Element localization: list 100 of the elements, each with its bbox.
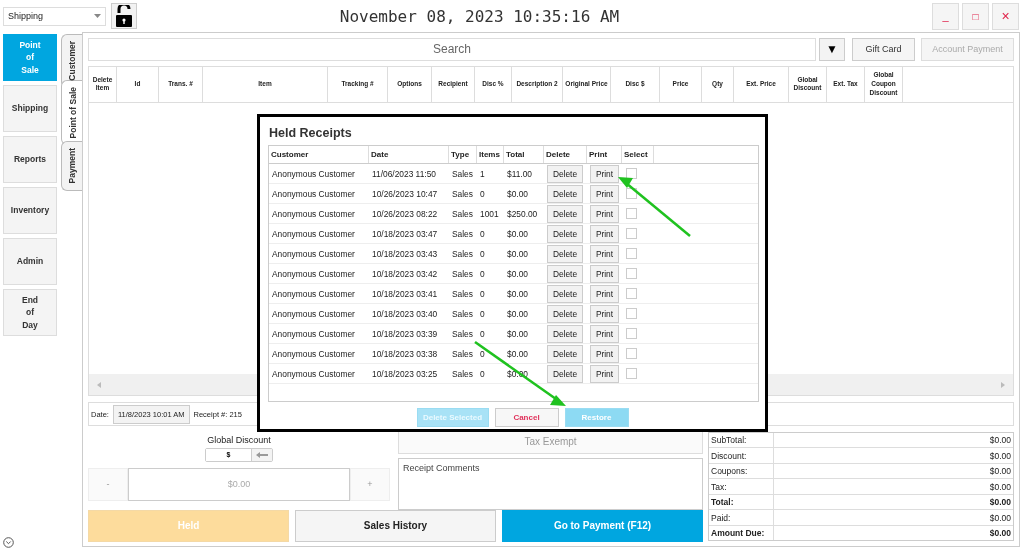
column-header: Date bbox=[369, 146, 449, 163]
print-button[interactable]: Print bbox=[590, 204, 619, 223]
total-value: $0.00 bbox=[988, 497, 1012, 508]
delete-button[interactable]: Delete bbox=[547, 204, 583, 223]
column-header: Items bbox=[477, 146, 504, 163]
lock-button[interactable] bbox=[111, 3, 137, 29]
search-field[interactable]: Search bbox=[88, 38, 816, 61]
customer-cell-text: Anonymous Customer bbox=[271, 367, 356, 381]
total-cell-text: $0.00 bbox=[506, 227, 529, 241]
print-button[interactable]: Print bbox=[590, 324, 619, 343]
print-button[interactable]: Print bbox=[590, 304, 619, 323]
total-cell-text: $0.00 bbox=[506, 307, 529, 321]
total-value: $0.00 bbox=[988, 512, 1012, 523]
items-cell-text: 0 bbox=[479, 367, 486, 381]
delete-button[interactable]: Delete bbox=[547, 264, 583, 283]
mode-dropdown[interactable]: Shipping bbox=[3, 6, 106, 26]
print-button[interactable]: Print bbox=[590, 164, 619, 183]
print-button[interactable]: Print bbox=[590, 284, 619, 303]
customer-cell-text: Anonymous Customer bbox=[271, 287, 356, 301]
side-tab[interactable]: Payment bbox=[61, 141, 82, 191]
select-checkbox[interactable] bbox=[626, 188, 637, 199]
delete-button[interactable]: Delete bbox=[547, 344, 583, 363]
customer-cell-text: Anonymous Customer bbox=[271, 307, 356, 321]
select-checkbox[interactable] bbox=[626, 368, 637, 379]
minimize-button[interactable]: _ bbox=[932, 2, 959, 30]
cancel-button[interactable]: Cancel bbox=[494, 408, 559, 427]
date-cell-text: 10/18/2023 03:41 bbox=[371, 287, 439, 301]
print-button[interactable]: Print bbox=[590, 244, 619, 263]
total-label: Amount Due: bbox=[709, 526, 774, 541]
type-cell-text: Sales bbox=[451, 267, 474, 281]
search-dropdown-button[interactable]: ▼ bbox=[819, 38, 845, 61]
left-arrow-icon bbox=[256, 452, 268, 458]
items-cell-text: 0 bbox=[479, 307, 486, 321]
total-label: Total: bbox=[709, 495, 774, 510]
date-cell-text: 10/18/2023 03:47 bbox=[371, 227, 439, 241]
gift-card-button[interactable]: Gift Card bbox=[852, 38, 915, 61]
type-cell-text: Sales bbox=[451, 227, 474, 241]
select-checkbox[interactable] bbox=[626, 308, 637, 319]
delete-button[interactable]: Delete bbox=[547, 164, 583, 183]
caret-icon bbox=[94, 14, 101, 18]
date-cell-text: 10/26/2023 08:22 bbox=[371, 207, 439, 221]
scroll-left-icon bbox=[97, 381, 101, 388]
nav-button[interactable]: Admin bbox=[3, 238, 57, 285]
print-button[interactable]: Print bbox=[590, 344, 619, 363]
type-cell-text: Sales bbox=[451, 207, 474, 221]
total-cell-text: $0.00 bbox=[506, 267, 529, 281]
customer-cell-text: Anonymous Customer bbox=[271, 227, 356, 241]
dialog-title: Held Receipts bbox=[269, 126, 353, 140]
total-cell-text: $0.00 bbox=[506, 287, 529, 301]
delete-button[interactable]: Delete bbox=[547, 324, 583, 343]
select-checkbox[interactable] bbox=[626, 348, 637, 359]
chevron-circle-icon[interactable] bbox=[3, 537, 14, 548]
sales-history-button[interactable]: Sales History bbox=[295, 510, 496, 542]
total-value: $0.00 bbox=[988, 466, 1012, 477]
select-checkbox[interactable] bbox=[626, 268, 637, 279]
receipt-comments-field[interactable]: Receipt Comments bbox=[398, 458, 703, 510]
print-button[interactable]: Print bbox=[590, 184, 619, 203]
delete-button[interactable]: Delete bbox=[547, 364, 583, 383]
total-cell-text: $0.00 bbox=[506, 327, 529, 341]
select-checkbox[interactable] bbox=[626, 208, 637, 219]
nav-button[interactable]: Shipping bbox=[3, 85, 57, 132]
delete-button[interactable]: Delete bbox=[547, 284, 583, 303]
maximize-button[interactable]: □ bbox=[962, 2, 989, 30]
print-button[interactable]: Print bbox=[590, 224, 619, 243]
customer-cell-text: Anonymous Customer bbox=[271, 327, 356, 341]
print-button[interactable]: Print bbox=[590, 264, 619, 283]
select-checkbox[interactable] bbox=[626, 288, 637, 299]
nav-button[interactable]: Inventory bbox=[3, 187, 57, 234]
select-checkbox[interactable] bbox=[626, 228, 637, 239]
column-header: Delete bbox=[544, 146, 587, 163]
total-value: $0.00 bbox=[988, 435, 1012, 446]
type-cell-text: Sales bbox=[451, 167, 474, 181]
items-cell-text: 0 bbox=[479, 267, 486, 281]
items-cell-text: 0 bbox=[479, 347, 486, 361]
customer-cell-text: Anonymous Customer bbox=[271, 247, 356, 261]
global-discount-label: Global Discount bbox=[207, 435, 271, 445]
scroll-right-icon bbox=[1001, 381, 1005, 388]
clear-discount-button[interactable] bbox=[252, 449, 272, 461]
delete-button[interactable]: Delete bbox=[547, 244, 583, 263]
column-header: Select bbox=[622, 146, 654, 163]
print-button[interactable]: Print bbox=[590, 364, 619, 383]
select-checkbox[interactable] bbox=[626, 328, 637, 339]
date-cell-text: 10/18/2023 03:40 bbox=[371, 307, 439, 321]
customer-cell-text: Anonymous Customer bbox=[271, 267, 356, 281]
items-cell-text: 1001 bbox=[479, 207, 500, 221]
delete-button[interactable]: Delete bbox=[547, 304, 583, 323]
total-cell-text: $0.00 bbox=[506, 247, 529, 261]
items-cell-text: 0 bbox=[479, 287, 486, 301]
date-cell-text: 10/26/2023 10:47 bbox=[371, 187, 439, 201]
select-checkbox[interactable] bbox=[626, 248, 637, 259]
nav-button[interactable]: End of Day bbox=[3, 289, 57, 336]
nav-button[interactable]: Reports bbox=[3, 136, 57, 183]
clock-text: November 08, 2023 10:35:16 AM bbox=[338, 6, 621, 26]
type-cell-text: Sales bbox=[451, 367, 474, 381]
column-header: Print bbox=[587, 146, 622, 163]
delete-button[interactable]: Delete bbox=[547, 184, 583, 203]
close-button[interactable]: × bbox=[992, 2, 1019, 30]
type-cell-text: Sales bbox=[451, 287, 474, 301]
date-cell-text: 10/18/2023 03:42 bbox=[371, 267, 439, 281]
delete-button[interactable]: Delete bbox=[547, 224, 583, 243]
